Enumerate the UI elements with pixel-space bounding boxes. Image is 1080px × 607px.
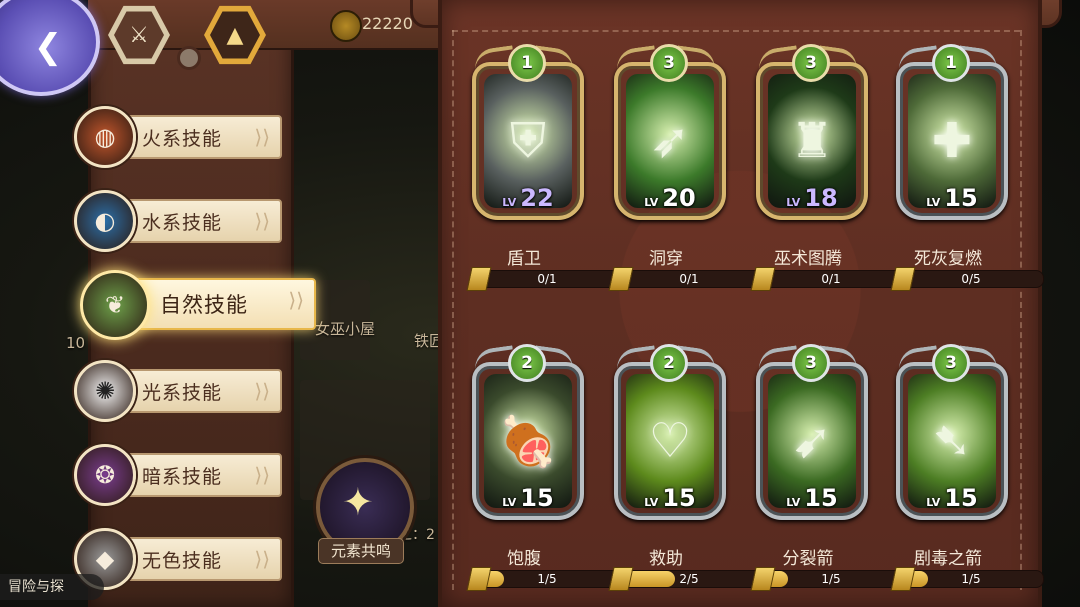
chevron-right-icon: ⟩⟩	[254, 209, 270, 233]
skill-progress-bar: 0/1	[466, 267, 620, 291]
skill-tier-badge: 1	[508, 44, 546, 82]
chevron-right-icon: ⟩⟩	[254, 463, 270, 487]
bg-label-count: 10	[66, 334, 86, 352]
skill-level: LV 18	[786, 184, 838, 212]
chevron-right-icon: ⟩⟩	[254, 379, 270, 403]
skill-name: 洞穿	[649, 249, 683, 269]
progress-text: 0/1	[679, 272, 699, 286]
skill-card[interactable]: ♡ LV 15 2	[608, 340, 726, 520]
skill-name: 死灰复燃	[914, 249, 982, 269]
skill-card[interactable]: 🍖 LV 15 2	[466, 340, 584, 520]
element-tab-5[interactable]: 无色技能 ⟩⟩ ◆	[74, 528, 284, 590]
progress-text: 0/5	[961, 272, 981, 286]
element-tab-label: 自然技能	[160, 293, 248, 317]
element-tab-4[interactable]: 暗系技能 ⟩⟩ ❂	[74, 444, 284, 506]
skill-progress-bar: 1/5	[890, 567, 1044, 591]
skill-level: LV 22	[502, 184, 554, 212]
element-tab-3[interactable]: 光系技能 ⟩⟩ ✺	[74, 360, 284, 422]
skill-level: LV 20	[644, 184, 696, 212]
back-arrow-icon: ❮	[33, 27, 63, 67]
skill-tier-badge: 3	[792, 44, 830, 82]
skill-name: 饱腹	[507, 549, 541, 569]
element-tab-label: 水系技能	[142, 211, 223, 234]
progress-text: 1/5	[821, 572, 841, 586]
card-frame: ♜ LV 18	[756, 62, 868, 220]
currency-value: 22220	[362, 14, 413, 33]
progress-text: 1/5	[537, 572, 557, 586]
progress-text: 2/5	[679, 572, 699, 586]
skill-progress-bar: 0/1	[750, 267, 904, 291]
sword-icon: ⚔	[114, 11, 164, 59]
card-frame: ⛨ LV 22	[472, 62, 584, 220]
skill-card[interactable]: ➹ LV 15 3	[750, 340, 868, 520]
skill-progress-bar: 0/1	[608, 267, 762, 291]
skill-progress-bar: 2/5	[608, 567, 762, 591]
skill-tier-badge: 3	[650, 44, 688, 82]
element-resonance-label[interactable]: 元素共鸣	[318, 538, 404, 564]
sun-icon: ✺	[74, 360, 136, 422]
skill-tier-badge: 1	[932, 44, 970, 82]
water-icon: ◐	[74, 190, 136, 252]
back-button[interactable]: ❮	[0, 0, 100, 96]
skill-level: LV 15	[502, 484, 554, 512]
skill-tier-badge: 3	[792, 344, 830, 382]
skill-progress-bar: 1/5	[466, 567, 620, 591]
chevron-right-icon: ⟩⟩	[254, 547, 270, 571]
resonance-star-icon: ✦	[342, 480, 374, 524]
element-tab-1[interactable]: 水系技能 ⟩⟩ ◐	[74, 190, 284, 252]
chevron-right-icon: ⟩⟩	[288, 288, 304, 312]
skill-name: 巫术图腾	[774, 249, 842, 269]
fire-icon: ◍	[74, 106, 136, 168]
skill-tier-badge: 3	[932, 344, 970, 382]
skill-name: 救助	[649, 549, 683, 569]
skill-name: 分裂箭	[782, 549, 834, 569]
skill-card[interactable]: ✚ LV 15 1	[890, 40, 1008, 220]
skill-progress-bar: 0/5	[890, 267, 1044, 291]
skill-tier-badge: 2	[508, 344, 546, 382]
triangle-icon: ▲	[210, 11, 260, 59]
element-tab-2[interactable]: 自然技能 ⟩⟩ ❦	[80, 270, 316, 340]
progress-text: 0/1	[537, 272, 557, 286]
element-tab-label: 光系技能	[142, 381, 223, 404]
skill-level: LV 15	[926, 184, 978, 212]
card-frame: ➷ LV 15	[896, 362, 1008, 520]
stitch-top	[452, 30, 1020, 32]
stitch-right	[1020, 30, 1022, 590]
leaf-icon: ❦	[80, 270, 150, 340]
dark-vortex-icon: ❂	[74, 444, 136, 506]
skill-card[interactable]: ⛨ LV 22 1	[466, 40, 584, 220]
skill-level: LV 15	[786, 484, 838, 512]
card-frame: ➶ LV 20	[614, 62, 726, 220]
skill-level: LV 15	[926, 484, 978, 512]
element-tab-label: 火系技能	[142, 127, 223, 150]
bg-label-witch-hut: 女巫小屋	[315, 320, 376, 338]
card-frame: ➹ LV 15	[756, 362, 868, 520]
skill-card[interactable]: ➶ LV 20 3	[608, 40, 726, 220]
element-tab-0[interactable]: 火系技能 ⟩⟩ ◍	[74, 106, 284, 168]
skill-name: 剧毒之箭	[914, 549, 982, 569]
stitch-left	[452, 30, 454, 590]
adventure-label[interactable]: 冒险与探	[0, 574, 104, 600]
skill-card[interactable]: ➷ LV 15 3	[890, 340, 1008, 520]
card-frame: ♡ LV 15	[614, 362, 726, 520]
progress-text: 0/1	[821, 272, 841, 286]
skill-name: 盾卫	[507, 249, 541, 269]
chevron-right-icon: ⟩⟩	[254, 125, 270, 149]
card-frame: ✚ LV 15	[896, 62, 1008, 220]
skill-card[interactable]: ♜ LV 18 3	[750, 40, 868, 220]
skill-progress-bar: 1/5	[750, 567, 904, 591]
element-tab-label: 暗系技能	[142, 465, 223, 488]
element-tab-label: 无色技能	[142, 549, 223, 572]
skill-level: LV 15	[644, 484, 696, 512]
progress-text: 1/5	[961, 572, 981, 586]
nav-separator-dot	[177, 46, 201, 70]
skill-tier-badge: 2	[650, 344, 688, 382]
coin-icon	[330, 10, 362, 42]
card-frame: 🍖 LV 15	[472, 362, 584, 520]
